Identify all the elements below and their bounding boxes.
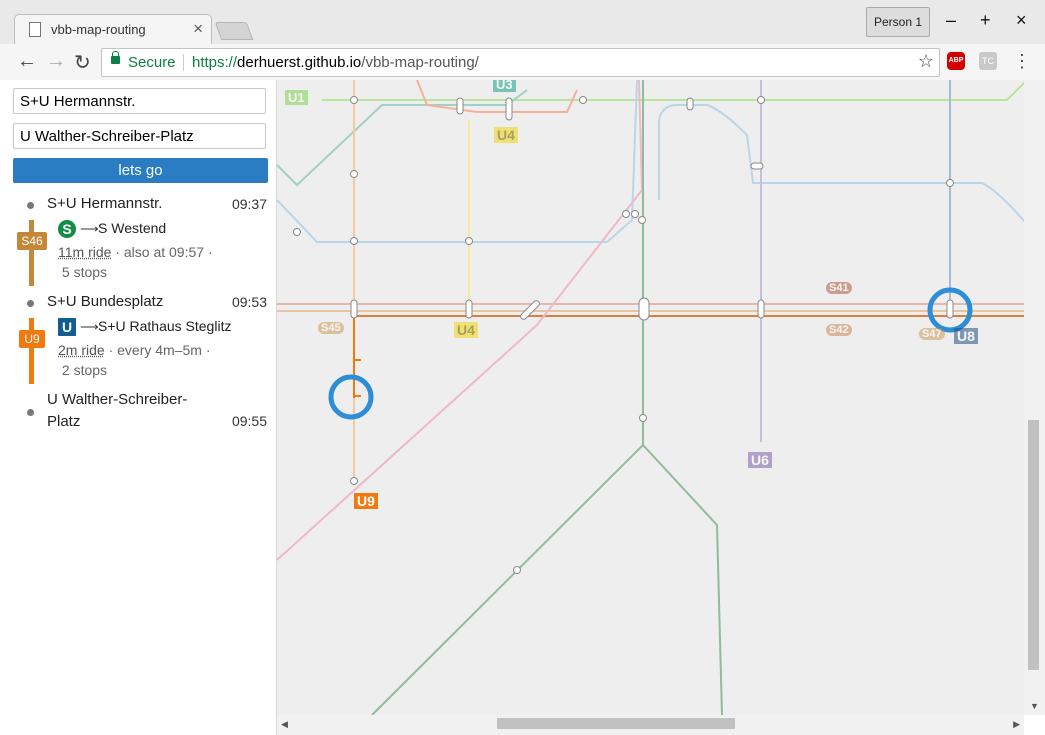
url-scheme: https:// [192,54,238,71]
browser-chrome: vbb-map-routing × Person 1 – + × ← → ↻ S… [0,0,1045,81]
to-input[interactable] [13,123,266,149]
leg-frequency: · every 4m–5m · [108,342,211,358]
vertical-scrollbar[interactable]: ▼ [1024,80,1045,715]
scroll-right-icon[interactable]: ▶ [1013,719,1020,730]
ride-duration[interactable]: 2m ride [58,342,105,358]
scroll-left-icon[interactable]: ◀ [281,719,288,730]
tab-strip: vbb-map-routing × Person 1 – + × [0,0,1045,45]
journey-stop: U Walther-Schreiber-Platz 09:55 [0,391,276,435]
map-label-u4-south: U4 [454,322,478,338]
stop-dot [27,409,34,416]
separator [183,54,184,71]
horizontal-scrollbar[interactable]: ◀ ▶ [277,715,1024,735]
stop-name: S+U Bundesplatz [47,293,164,310]
line-light-blue-east [658,104,1024,223]
journey-leg: U9 U ⟶ S+U Rathaus Steglitz 2m ride · ev… [0,318,276,388]
new-tab-button[interactable] [214,22,254,40]
arrow-icon: ⟶ [80,319,99,334]
stop-time: 09:37 [231,196,267,212]
toolbar: ← → ↻ Secure https://derhuerst.github.io… [0,44,1045,81]
map-label-s47: S47 [919,328,945,340]
reload-icon[interactable]: ↻ [74,50,91,75]
leg-stops[interactable]: 2 stops [62,362,107,378]
line-badge: U9 [19,330,45,348]
lock-icon [111,51,120,64]
map-label-u9: U9 [354,493,378,509]
address-bar[interactable]: Secure https://derhuerst.github.io/vbb-m… [101,48,940,77]
minimize-icon[interactable]: – [946,10,956,31]
leg-direction: S Westend [98,220,167,236]
forward-icon[interactable]: → [46,50,66,73]
routing-sidebar: lets go S+U Hermannstr. 09:37 S46 S ⟶ S … [0,80,277,735]
leg-line-bar [29,318,34,384]
from-input[interactable] [13,88,266,114]
line-green-southwest [371,444,644,715]
scroll-down-icon[interactable]: ▼ [1030,701,1039,711]
s-bahn-icon: S [58,220,76,238]
secure-label: Secure [128,54,176,71]
bookmark-star-icon[interactable]: ☆ [918,51,934,72]
stop-dot [27,202,34,209]
ride-duration[interactable]: 11m ride [58,244,111,260]
leg-line-bar [29,220,34,286]
leg-details: 2m ride · every 4m–5m · 2 stops [58,340,248,380]
profile-button[interactable]: Person 1 [866,7,930,37]
line-green-south [642,80,723,715]
adblock-extension-icon[interactable]: ABP [947,52,965,70]
page-icon [29,22,41,37]
map-svg[interactable] [277,80,1024,715]
url-path: /vbb-map-routing/ [361,54,479,71]
leg-frequency: · also at 09:57 · [115,244,213,260]
u-bahn-icon: U [58,318,76,336]
map-label-s45: S45 [318,322,344,334]
map-label-u3: U3 [493,80,516,92]
lets-go-button[interactable]: lets go [13,158,268,183]
leg-direction: S+U Rathaus Steglitz [98,318,232,334]
line-u1 [322,81,1024,101]
stations [293,96,954,574]
transit-map[interactable]: U1 U3 U4 S41 S45 U4 S42 S47 U8 U6 U9 [277,80,1024,715]
arrow-icon: ⟶ [80,221,99,236]
leg-stops[interactable]: 5 stops [62,264,107,280]
menu-icon[interactable]: ⋮ [1013,51,1031,72]
stop-name: U Walther-Schreiber-Platz [47,391,188,430]
line-u3 [277,89,528,187]
line-badge: S46 [17,232,47,250]
maximize-icon[interactable]: + [980,10,991,31]
tab-vbb-map-routing[interactable]: vbb-map-routing × [14,14,212,45]
stop-time: 09:53 [231,294,267,310]
tab-title: vbb-map-routing [51,22,146,37]
map-label-s41: S41 [826,282,852,294]
tab-close-icon[interactable]: × [193,19,203,39]
journey-leg: S46 S ⟶ S Westend 11m ride · also at 09:… [0,220,276,290]
horizontal-scroll-thumb[interactable] [497,718,735,729]
url-host: derhuerst.github.io [237,54,362,71]
extension-icon[interactable]: TC [979,52,997,70]
url-text[interactable]: https://derhuerst.github.io/vbb-map-rout… [192,54,479,71]
stop-name: S+U Hermannstr. [47,195,163,212]
stop-time: 09:55 [231,413,267,429]
map-label-u6: U6 [748,452,772,468]
vertical-scroll-thumb[interactable] [1028,420,1039,670]
map-label-u4: U4 [494,127,518,143]
stop-dot [27,300,34,307]
map-label-u1: U1 [285,90,308,105]
map-label-s42: S42 [826,324,852,336]
leg-details: 11m ride · also at 09:57 · 5 stops [58,242,248,282]
map-label-u8: U8 [954,328,978,344]
back-icon[interactable]: ← [17,50,37,73]
origin-highlight-circle [328,374,374,420]
close-window-icon[interactable]: × [1016,10,1027,31]
